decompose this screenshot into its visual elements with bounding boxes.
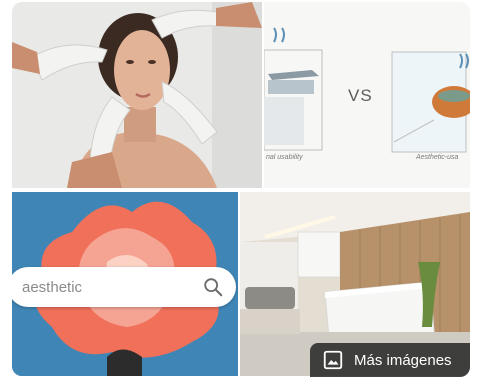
vs-text: VS	[348, 86, 373, 105]
search-icon	[204, 278, 223, 297]
more-images-label: Más imágenes	[354, 351, 452, 369]
image-results-grid: VS nal usability Aesthetic-usa aesthetic	[0, 0, 478, 377]
search-query-text: aesthetic	[22, 278, 83, 296]
search-bar-graphic: aesthetic	[12, 267, 236, 307]
more-images-button[interactable]: Más imágenes	[310, 343, 470, 377]
image-icon	[323, 350, 343, 370]
right-caption: Aesthetic-usa	[416, 154, 459, 161]
image-result-usability-vs-aesthetic[interactable]: VS nal usability Aesthetic-usa	[264, 2, 470, 188]
face-treatment-image	[12, 2, 262, 188]
image-result-face-treatment[interactable]	[12, 2, 262, 188]
left-caption: nal usability	[266, 154, 303, 161]
image-result-aesthetic-flower[interactable]: aesthetic	[12, 192, 238, 376]
